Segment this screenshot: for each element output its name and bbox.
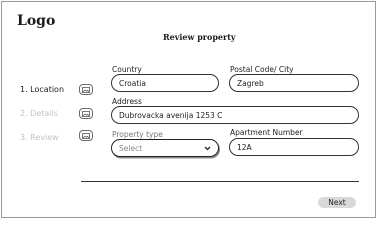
page-title: Review property xyxy=(163,32,236,42)
postal-city-value: Zagreb xyxy=(237,78,264,88)
details-image-icon xyxy=(79,108,93,119)
country-label: Country xyxy=(112,65,142,74)
country-field[interactable]: Croatia xyxy=(111,74,219,92)
property-type-label: Property type xyxy=(112,130,163,139)
property-type-placeholder: Select xyxy=(119,143,143,153)
step-location[interactable]: 1. Location xyxy=(20,85,64,94)
logo: Logo xyxy=(17,13,56,29)
next-button[interactable]: Next xyxy=(318,197,356,208)
address-label: Address xyxy=(112,97,142,106)
location-image-icon xyxy=(79,84,93,95)
apartment-number-label: Apartment Number xyxy=(230,128,303,137)
divider xyxy=(81,181,359,182)
address-value: Dubrovacka avenija 1253 C xyxy=(119,110,223,120)
review-image-icon xyxy=(79,130,93,141)
address-field[interactable]: Dubrovacka avenija 1253 C xyxy=(111,106,359,124)
step-review[interactable]: 3. Review xyxy=(20,133,59,142)
step-details[interactable]: 2. Details xyxy=(20,109,58,118)
apartment-number-field[interactable]: 12A xyxy=(229,138,359,156)
postal-city-field[interactable]: Zagreb xyxy=(229,74,359,92)
apartment-number-value: 12A xyxy=(237,142,252,152)
postal-city-label: Postal Code/ City xyxy=(230,65,294,74)
country-value: Croatia xyxy=(119,78,146,88)
chevron-down-icon xyxy=(204,144,211,153)
property-type-select[interactable]: Select xyxy=(111,139,219,157)
